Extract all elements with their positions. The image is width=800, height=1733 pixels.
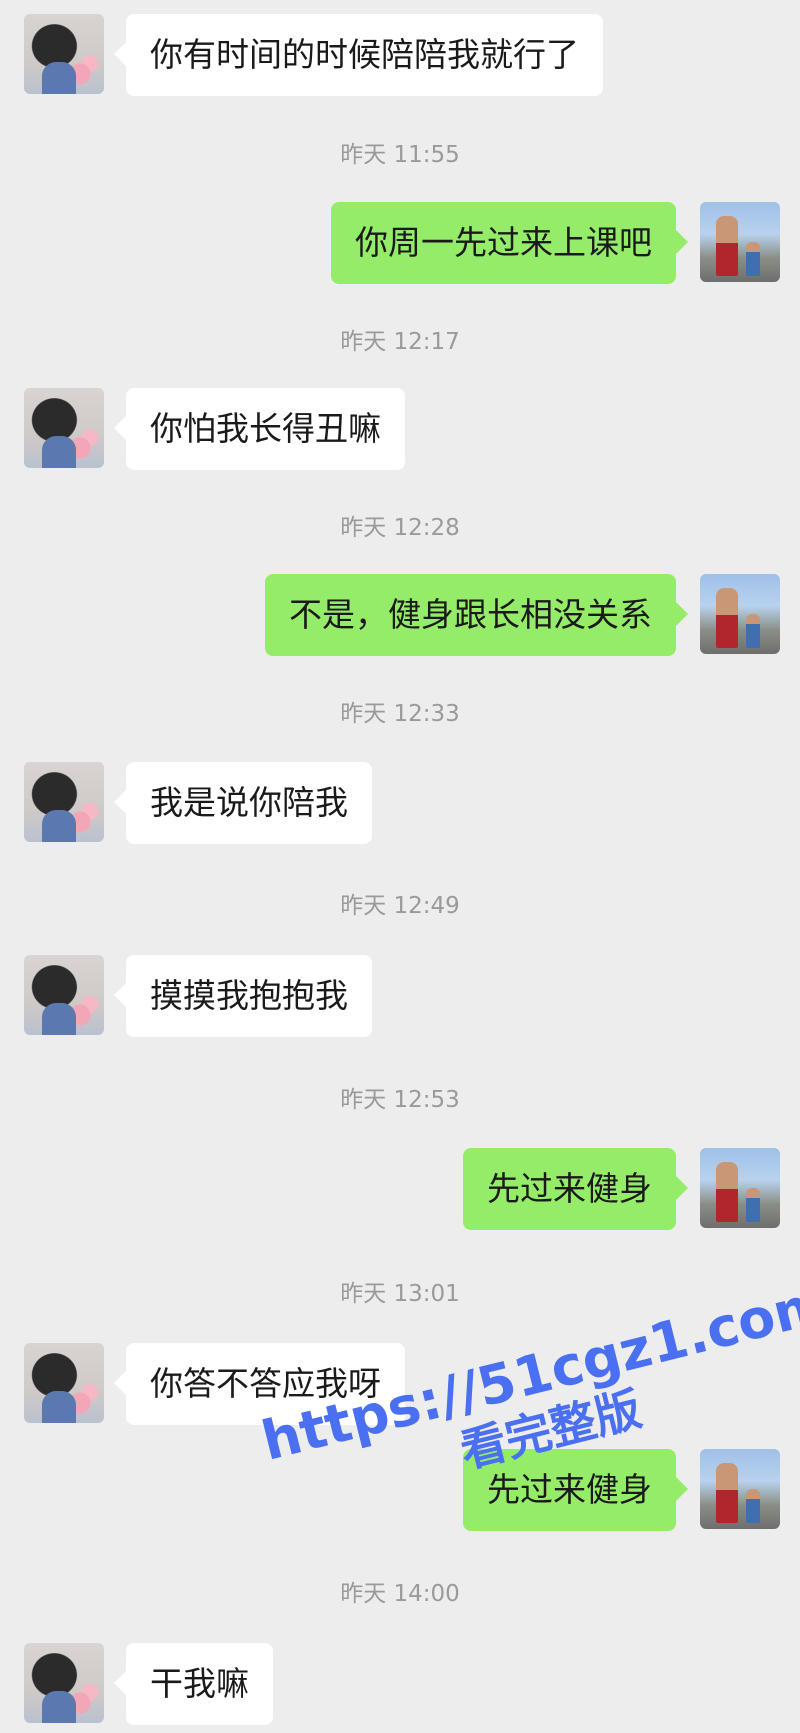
incoming-message-bubble[interactable]: 你有时间的时候陪陪我就行了 — [114, 14, 603, 96]
message-timestamp: 昨天 12:28 — [340, 515, 460, 541]
message-timestamp: 昨天 14:00 — [340, 1581, 460, 1607]
outgoing-message-bubble[interactable]: 不是，健身跟长相没关系 — [265, 574, 688, 656]
message-timestamp: 昨天 13:01 — [340, 1281, 460, 1307]
incoming-message-bubble[interactable]: 摸摸我抱抱我 — [114, 955, 372, 1037]
incoming-message-bubble[interactable]: 我是说你陪我 — [114, 762, 372, 844]
message-timestamp: 昨天 12:33 — [340, 701, 460, 727]
contact-avatar[interactable] — [24, 14, 104, 94]
message-timestamp: 昨天 12:53 — [340, 1087, 460, 1113]
message-timestamp: 昨天 12:49 — [340, 893, 460, 919]
outgoing-message-bubble[interactable]: 先过来健身 — [463, 1148, 688, 1230]
contact-avatar[interactable] — [24, 1343, 104, 1423]
contact-avatar[interactable] — [24, 762, 104, 842]
outgoing-message-bubble[interactable]: 你周一先过来上课吧 — [331, 202, 688, 284]
contact-avatar[interactable] — [24, 388, 104, 468]
incoming-message-bubble[interactable]: 干我嘛 — [114, 1643, 273, 1725]
user-avatar[interactable] — [700, 1449, 780, 1529]
user-avatar[interactable] — [700, 574, 780, 654]
message-timestamp: 昨天 11:55 — [340, 142, 460, 168]
contact-avatar[interactable] — [24, 955, 104, 1035]
user-avatar[interactable] — [700, 202, 780, 282]
contact-avatar[interactable] — [24, 1643, 104, 1723]
message-timestamp: 昨天 12:17 — [340, 329, 460, 355]
user-avatar[interactable] — [700, 1148, 780, 1228]
incoming-message-bubble[interactable]: 你怕我长得丑嘛 — [114, 388, 405, 470]
